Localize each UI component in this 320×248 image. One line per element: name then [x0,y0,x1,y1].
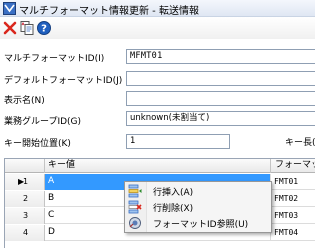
help-question-icon[interactable]: ? [36,20,52,36]
menu-item-label: 行挿入(A) [153,188,194,198]
format-cell[interactable]: FMT04 [271,225,315,241]
row-header[interactable]: 4 [5,225,45,241]
context-menu: 行挿入(A) 行削除(X) フォーマットID参照(U) [124,181,272,233]
key-length-label: キー長( [285,138,316,148]
key-start-field[interactable]: 1 [126,134,230,149]
delete-row-icon [128,200,142,214]
grid-corner[interactable] [5,159,45,173]
display-name-field[interactable] [126,91,315,106]
current-row-marker-icon: ▶ [18,177,25,186]
main-window: マルチフォーマット情報更新 - 転送情報 ? マルチフォーマットID(I) MF… [0,0,316,248]
business-group-select[interactable]: unknown(未割当て) [126,111,315,126]
copy-document-icon[interactable] [19,20,35,36]
menu-item-format-id-reference[interactable]: フォーマットID参照(U) [125,215,271,231]
menu-item-delete-row[interactable]: 行削除(X) [125,199,271,215]
svg-text:?: ? [41,24,47,35]
row-header[interactable]: 2 [5,191,45,207]
default-format-id-field[interactable] [126,71,315,86]
menu-item-insert-row[interactable]: 行挿入(A) [125,183,271,199]
menu-item-label: フォーマットID参照(U) [153,220,249,230]
display-name-label: 表示名(N) [4,96,45,106]
insert-row-icon [128,184,142,198]
key-start-label: キー開始位置(K) [4,139,71,149]
title-bar: マルチフォーマット情報更新 - 転送情報 [0,0,315,17]
toolbar: ? [0,17,315,39]
row-header[interactable]: ▶ 1 [5,174,45,190]
column-header-key[interactable]: キー値 [45,159,271,173]
window-title: マルチフォーマット情報更新 - 転送情報 [19,6,199,17]
app-icon [3,2,16,15]
format-cell[interactable]: FMT02 [271,191,315,207]
grid-header: キー値 フォーマット [5,159,315,173]
multi-format-id-label: マルチフォーマットID(I) [4,54,105,64]
format-cell[interactable]: FMT03 [271,208,315,224]
default-format-id-label: デフォルトフォーマットID(J) [4,76,123,86]
column-header-format[interactable]: フォーマット [271,159,315,173]
delete-x-icon[interactable] [2,20,18,36]
multi-format-id-field[interactable]: MFMT01 [126,49,315,64]
format-cell[interactable]: FMT01 [271,174,315,190]
menu-item-label: 行削除(X) [153,204,194,214]
row-header[interactable]: 3 [5,208,45,224]
reference-lookup-icon [129,217,141,229]
business-group-label: 業務グループID(G) [4,117,82,127]
